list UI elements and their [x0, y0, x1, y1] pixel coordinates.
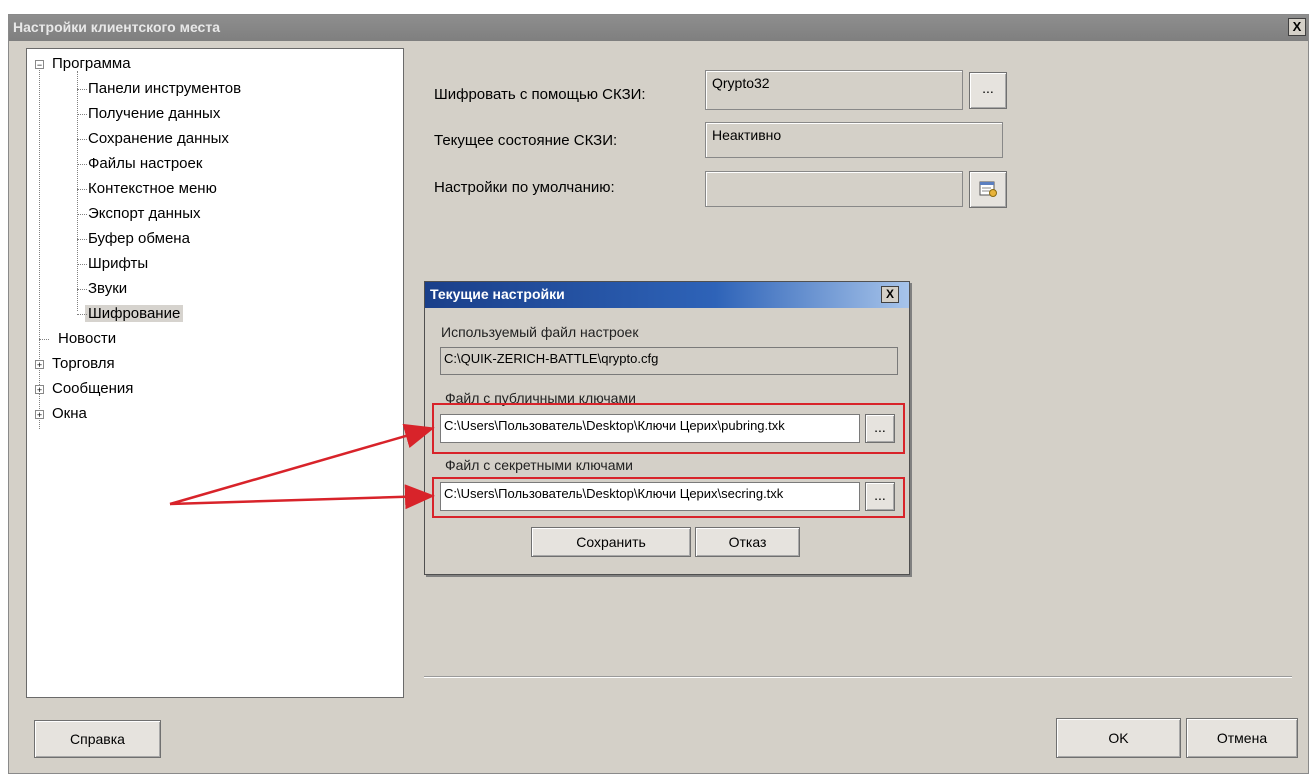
- collapse-icon[interactable]: −: [35, 60, 44, 70]
- tree-item-label: Панели инструментов: [88, 80, 242, 97]
- dialog-title: Текущие настройки: [430, 286, 565, 302]
- expand-icon[interactable]: +: [35, 385, 44, 395]
- tree-item-label: Экспорт данных: [88, 205, 201, 222]
- tree-item-label: Получение данных: [88, 105, 221, 122]
- tree-item-messages[interactable]: + Сообщения: [35, 378, 136, 400]
- default-settings-field[interactable]: [705, 171, 963, 207]
- tree-item-label: Буфер обмена: [88, 230, 190, 247]
- dialog-close-icon[interactable]: X: [881, 286, 899, 303]
- state-value-field: Неактивно: [705, 122, 1003, 158]
- dialog-cancel-button[interactable]: Отказ: [695, 527, 800, 557]
- tree-item-label: Окна: [52, 405, 87, 422]
- secret-keys-highlight: [432, 477, 905, 518]
- tree-item-settings-files[interactable]: Файлы настроек: [77, 153, 205, 175]
- footer-separator: [424, 676, 1292, 678]
- dialog-title-bar: Текущие настройки X: [425, 282, 909, 308]
- tree-item-programma[interactable]: − Программа: [35, 53, 134, 75]
- state-label: Текущее состояние СКЗИ:: [434, 132, 618, 149]
- used-file-field: C:\QUIK-ZERICH-BATTLE\qrypto.cfg: [440, 347, 898, 375]
- tree-item-data-export[interactable]: Экспорт данных: [77, 203, 203, 225]
- title-bar: Настройки клиентского места X: [9, 15, 1308, 41]
- tree-item-news[interactable]: Новости: [39, 328, 119, 350]
- tree-item-label: Звуки: [88, 280, 128, 297]
- secret-keys-label: Файл с секретными ключами: [445, 457, 633, 473]
- tree-item-data-save[interactable]: Сохранение данных: [77, 128, 232, 150]
- tree-item-data-receive[interactable]: Получение данных: [77, 103, 223, 125]
- tree-item-label: Сообщения: [52, 380, 134, 397]
- encrypt-browse-button[interactable]: ...: [969, 72, 1007, 109]
- settings-tree[interactable]: − Программа Панели инструментов Получени…: [26, 48, 404, 698]
- tree-item-trading[interactable]: + Торговля: [35, 353, 118, 375]
- tree-item-label: Торговля: [52, 355, 115, 372]
- tree-item-label: Новости: [58, 330, 117, 347]
- tree-item-label: Шифрование: [85, 305, 184, 322]
- expand-icon[interactable]: +: [35, 410, 44, 420]
- cancel-button[interactable]: Отмена: [1186, 718, 1298, 758]
- tree-item-label: Сохранение данных: [88, 130, 229, 147]
- used-file-label: Используемый файл настроек: [441, 324, 639, 340]
- default-settings-label: Настройки по умолчанию:: [434, 179, 615, 196]
- tree-item-label: Файлы настроек: [88, 155, 203, 172]
- close-icon[interactable]: X: [1288, 18, 1306, 36]
- public-keys-highlight: [432, 403, 905, 454]
- window-title: Настройки клиентского места: [13, 19, 220, 35]
- ok-button[interactable]: OK: [1056, 718, 1181, 758]
- settings-card-icon: [979, 181, 997, 197]
- tree-item-windows[interactable]: + Окна: [35, 403, 90, 425]
- expand-icon[interactable]: +: [35, 360, 44, 370]
- encrypt-label: Шифровать с помощью СКЗИ:: [434, 86, 646, 103]
- dialog-save-button[interactable]: Сохранить: [531, 527, 691, 557]
- encrypt-value-field[interactable]: Qrypto32: [705, 70, 963, 110]
- tree-item-encryption[interactable]: Шифрование: [77, 303, 184, 325]
- tree-item-fonts[interactable]: Шрифты: [77, 253, 151, 275]
- tree-item-toolbars[interactable]: Панели инструментов: [77, 78, 244, 100]
- help-button[interactable]: Справка: [34, 720, 161, 758]
- tree-item-label: Контекстное меню: [88, 180, 217, 197]
- tree-item-sounds[interactable]: Звуки: [77, 278, 130, 300]
- tree-item-context-menu[interactable]: Контекстное меню: [77, 178, 220, 200]
- tree-item-label: Шрифты: [88, 255, 149, 272]
- tree-item-clipboard[interactable]: Буфер обмена: [77, 228, 193, 250]
- default-settings-button[interactable]: [969, 171, 1007, 208]
- tree-item-label: Программа: [52, 55, 131, 72]
